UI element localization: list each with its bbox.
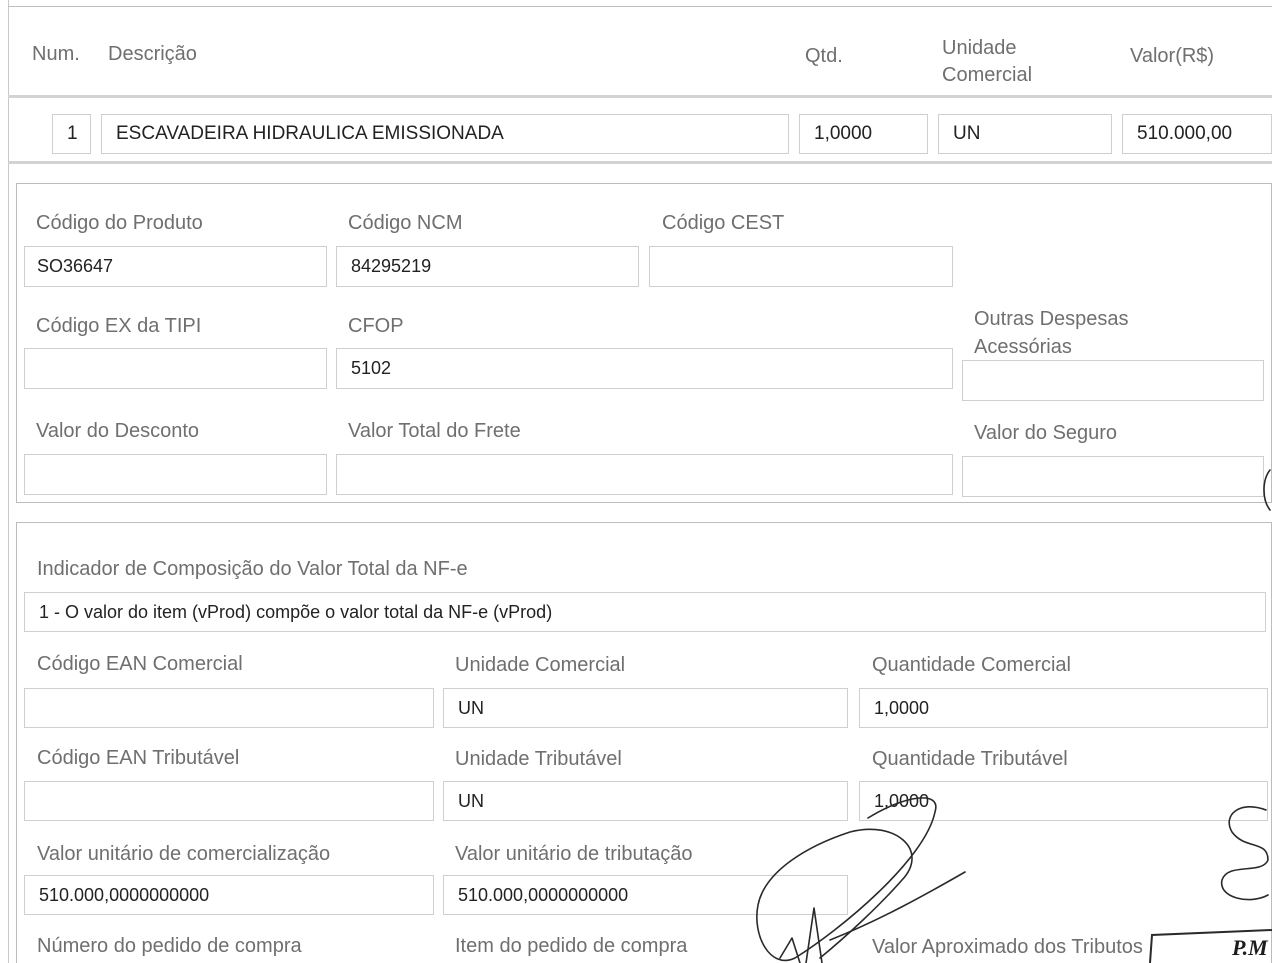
top-border (8, 6, 1272, 7)
label-valor-unit-comercializacao: Valor unitário de comercialização (37, 843, 331, 865)
header-divider (8, 95, 1272, 98)
item-valor: 510.000,00 (1122, 114, 1272, 154)
header-unidade-line2: Comercial (942, 64, 1033, 86)
field-valor-seguro (962, 456, 1264, 497)
field-ean-tributavel (24, 781, 434, 821)
label-outras-despesas-2: Acessórias (974, 336, 1072, 358)
label-item-pedido: Item do pedido de compra (455, 935, 688, 957)
field-unidade-comercial: UN (443, 688, 848, 728)
label-quantidade-tributavel: Quantidade Tributável (872, 748, 1068, 770)
item-qtd: 1,0000 (799, 114, 928, 154)
label-codigo-produto: Código do Produto (36, 212, 203, 234)
field-codigo-ncm: 84295219 (336, 246, 639, 287)
label-ean-tributavel: Código EAN Tributável (37, 747, 240, 769)
item-divider (8, 161, 1272, 164)
label-valor-desconto: Valor do Desconto (36, 420, 200, 442)
label-quantidade-comercial: Quantidade Comercial (872, 654, 1071, 676)
header-num: Num. (32, 43, 80, 65)
label-valor-unit-tributacao: Valor unitário de tributação (455, 843, 693, 865)
label-outras-despesas-1: Outras Despesas (974, 308, 1129, 330)
field-codigo-ex-tipi (24, 348, 327, 389)
field-valor-unit-tributacao: 510.000,0000000000 (443, 875, 848, 915)
field-cfop: 5102 (336, 348, 953, 389)
label-indicador-composicao: Indicador de Composição do Valor Total d… (37, 558, 468, 580)
item-unidade: UN (938, 114, 1112, 154)
field-ean-comercial (24, 688, 434, 728)
header-descricao: Descrição (108, 43, 197, 65)
field-quantidade-comercial: 1,0000 (859, 688, 1268, 728)
label-ean-comercial: Código EAN Comercial (37, 653, 243, 675)
label-valor-frete: Valor Total do Frete (348, 420, 521, 442)
field-valor-unit-comercializacao: 510.000,0000000000 (24, 875, 434, 915)
field-valor-desconto (24, 454, 327, 495)
field-codigo-cest (649, 246, 953, 287)
field-unidade-tributavel: UN (443, 781, 848, 821)
item-num: 1 (52, 114, 91, 154)
label-codigo-ex-tipi: Código EX da TIPI (36, 315, 202, 337)
field-quantidade-tributavel: 1,0000 (859, 781, 1268, 821)
label-codigo-cest: Código CEST (662, 212, 785, 234)
left-border (8, 0, 9, 963)
item-descricao: ESCAVADEIRA HIDRAULICA EMISSIONADA (101, 114, 789, 154)
label-cfop: CFOP (348, 315, 404, 337)
label-numero-pedido: Número do pedido de compra (37, 935, 302, 957)
header-unidade-line1: Unidade (942, 37, 1017, 59)
label-valor-seguro: Valor do Seguro (974, 422, 1118, 444)
field-indicador-composicao: 1 - O valor do item (vProd) compõe o val… (24, 592, 1266, 632)
label-unidade-comercial: Unidade Comercial (455, 654, 626, 676)
label-unidade-tributavel: Unidade Tributável (455, 748, 622, 770)
label-codigo-ncm: Código NCM (348, 212, 463, 234)
header-qtd: Qtd. (805, 45, 843, 67)
label-valor-aprox-tributos: Valor Aproximado dos Tributos (872, 936, 1143, 958)
field-codigo-produto: SO36647 (24, 246, 327, 287)
field-outras-despesas (962, 360, 1264, 401)
field-valor-frete (336, 454, 953, 495)
header-valor: Valor(R$) (1130, 45, 1215, 67)
